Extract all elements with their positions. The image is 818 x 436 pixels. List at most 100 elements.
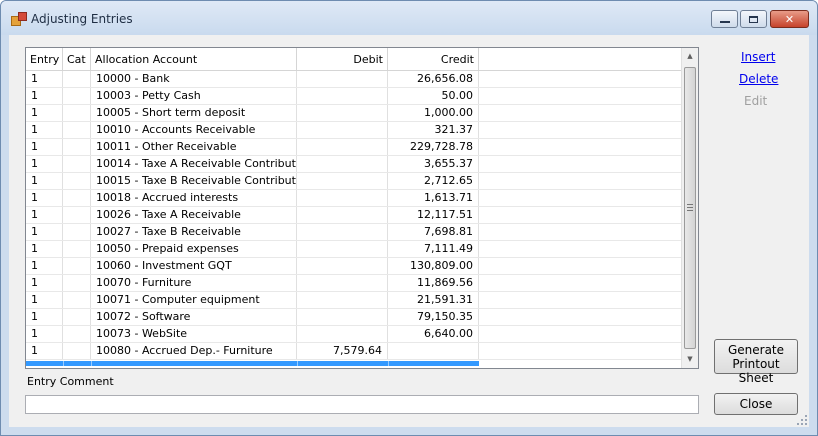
cell-debit[interactable] (297, 139, 388, 155)
cell-account[interactable]: 10070 - Furniture (91, 275, 297, 291)
cell-debit[interactable] (297, 292, 388, 308)
cell-entry[interactable]: 1 (26, 122, 63, 138)
column-header-entry[interactable]: Entry (26, 48, 63, 70)
cell-cat[interactable] (63, 224, 91, 240)
cell-entry[interactable]: 1 (26, 224, 63, 240)
cell-entry[interactable]: 1 (26, 156, 63, 172)
table-row[interactable]: 1 10060 - Investment GQT 130,809.00 (26, 258, 682, 275)
cell-credit[interactable]: 11,869.56 (388, 275, 479, 291)
entries-grid[interactable]: Entry Cat Allocation Account Debit Credi… (25, 47, 699, 369)
cell-cat[interactable] (63, 71, 91, 87)
table-row[interactable]: 1 10073 - WebSite 6,640.00 (26, 326, 682, 343)
table-row[interactable]: 1 10072 - Software 79,150.35 (26, 309, 682, 326)
table-row[interactable]: 1 10070 - Furniture 11,869.56 (26, 275, 682, 292)
cell-entry[interactable]: 1 (26, 71, 63, 87)
cell-cat[interactable] (63, 258, 91, 274)
cell-account[interactable]: 10026 - Taxe A Receivable (91, 207, 297, 223)
cell-credit[interactable]: 21,591.31 (388, 292, 479, 308)
cell-account[interactable]: 10011 - Other Receivable (91, 139, 297, 155)
cell-cat[interactable] (63, 207, 91, 223)
cell-account[interactable]: 10080 - Accrued Dep.- Furniture (91, 343, 297, 359)
cell-debit[interactable] (297, 224, 388, 240)
cell-account[interactable]: 10015 - Taxe B Receivable Contribution (91, 173, 297, 189)
cell-debit[interactable] (297, 156, 388, 172)
cell-cat[interactable] (63, 292, 91, 308)
cell-cat[interactable] (63, 309, 91, 325)
cell-debit[interactable] (297, 122, 388, 138)
cell-entry[interactable]: 1 (26, 173, 63, 189)
cell-account[interactable]: 10000 - Bank (91, 71, 297, 87)
cell-cat[interactable] (63, 343, 91, 359)
cell-entry[interactable]: 1 (26, 326, 63, 342)
table-row[interactable]: 1 10015 - Taxe B Receivable Contribution 2… (26, 173, 682, 190)
column-header-debit[interactable]: Debit (297, 48, 388, 70)
cell-credit[interactable]: 6,640.00 (388, 326, 479, 342)
cell-debit[interactable]: 7,579.64 (297, 343, 388, 359)
cell-cat[interactable] (63, 105, 91, 121)
cell-credit[interactable]: 229,728.78 (388, 139, 479, 155)
cell-credit[interactable]: 2,712.65 (388, 173, 479, 189)
column-header-cat[interactable]: Cat (63, 48, 91, 70)
close-button[interactable]: Close (714, 393, 798, 415)
cell-cat[interactable] (63, 139, 91, 155)
cell-account[interactable]: 10050 - Prepaid expenses (91, 241, 297, 257)
cell-account[interactable]: 10018 - Accrued interests (91, 190, 297, 206)
cell-debit[interactable] (297, 88, 388, 104)
cell-credit[interactable]: 26,656.08 (388, 71, 479, 87)
cell-credit[interactable]: 1,613.71 (388, 190, 479, 206)
cell-entry[interactable]: 1 (26, 241, 63, 257)
cell-cat[interactable] (63, 88, 91, 104)
minimize-button[interactable] (711, 10, 738, 28)
cell-entry[interactable]: 1 (26, 343, 63, 359)
cell-entry[interactable]: 1 (26, 105, 63, 121)
cell-entry[interactable]: 1 (26, 292, 63, 308)
cell-cat[interactable] (63, 122, 91, 138)
cell-entry[interactable]: 1 (26, 309, 63, 325)
cell-debit[interactable] (297, 190, 388, 206)
table-row[interactable]: 1 10010 - Accounts Receivable 321.37 (26, 122, 682, 139)
cell-cat[interactable] (63, 190, 91, 206)
insert-link[interactable]: Insert (741, 50, 775, 64)
cell-debit[interactable] (297, 258, 388, 274)
scroll-down-arrow-icon[interactable]: ▼ (682, 351, 698, 368)
cell-account[interactable]: 10071 - Computer equipment (91, 292, 297, 308)
table-row[interactable]: 1 10005 - Short term deposit 1,000.00 (26, 105, 682, 122)
cell-entry[interactable]: 1 (26, 258, 63, 274)
table-row[interactable]: 1 10000 - Bank 26,656.08 (26, 71, 682, 88)
cell-credit[interactable]: 79,150.35 (388, 309, 479, 325)
cell-credit[interactable] (388, 343, 479, 359)
table-row[interactable]: 1 10080 - Accrued Dep.- Furniture 7,579.64 (26, 343, 682, 360)
scroll-thumb[interactable] (684, 67, 696, 349)
cell-credit[interactable]: 7,111.49 (388, 241, 479, 257)
cell-entry[interactable]: 1 (26, 139, 63, 155)
generate-printout-button[interactable]: Generate Printout Sheet (714, 339, 798, 385)
cell-credit[interactable]: 1,000.00 (388, 105, 479, 121)
cell-cat[interactable] (63, 275, 91, 291)
cell-entry[interactable]: 1 (26, 207, 63, 223)
cell-entry[interactable]: 1 (26, 88, 63, 104)
column-header-credit[interactable]: Credit (388, 48, 479, 70)
table-row[interactable]: 1 10003 - Petty Cash 50.00 (26, 88, 682, 105)
column-header-allocation-account[interactable]: Allocation Account (91, 48, 297, 70)
cell-entry[interactable]: 1 (26, 275, 63, 291)
cell-credit[interactable]: 321.37 (388, 122, 479, 138)
table-row[interactable]: 1 10050 - Prepaid expenses 7,111.49 (26, 241, 682, 258)
table-row[interactable]: 1 10027 - Taxe B Receivable 7,698.81 (26, 224, 682, 241)
cell-account[interactable]: 10072 - Software (91, 309, 297, 325)
cell-account[interactable]: 10027 - Taxe B Receivable (91, 224, 297, 240)
table-row[interactable]: 1 10011 - Other Receivable 229,728.78 (26, 139, 682, 156)
cell-account[interactable]: 10003 - Petty Cash (91, 88, 297, 104)
vertical-scrollbar[interactable]: ▲ ▼ (681, 48, 698, 368)
table-row[interactable]: 1 10014 - Taxe A Receivable Contribution 3… (26, 156, 682, 173)
cell-credit[interactable]: 12,117.51 (388, 207, 479, 223)
cell-account[interactable]: 10010 - Accounts Receivable (91, 122, 297, 138)
cell-debit[interactable] (297, 207, 388, 223)
cell-account[interactable]: 10005 - Short term deposit (91, 105, 297, 121)
cell-debit[interactable] (297, 71, 388, 87)
cell-credit[interactable]: 130,809.00 (388, 258, 479, 274)
cell-debit[interactable] (297, 173, 388, 189)
cell-cat[interactable] (63, 241, 91, 257)
cell-account[interactable]: 10014 - Taxe A Receivable Contribution (91, 156, 297, 172)
delete-link[interactable]: Delete (739, 72, 778, 86)
table-row[interactable]: 1 10026 - Taxe A Receivable 12,117.51 (26, 207, 682, 224)
